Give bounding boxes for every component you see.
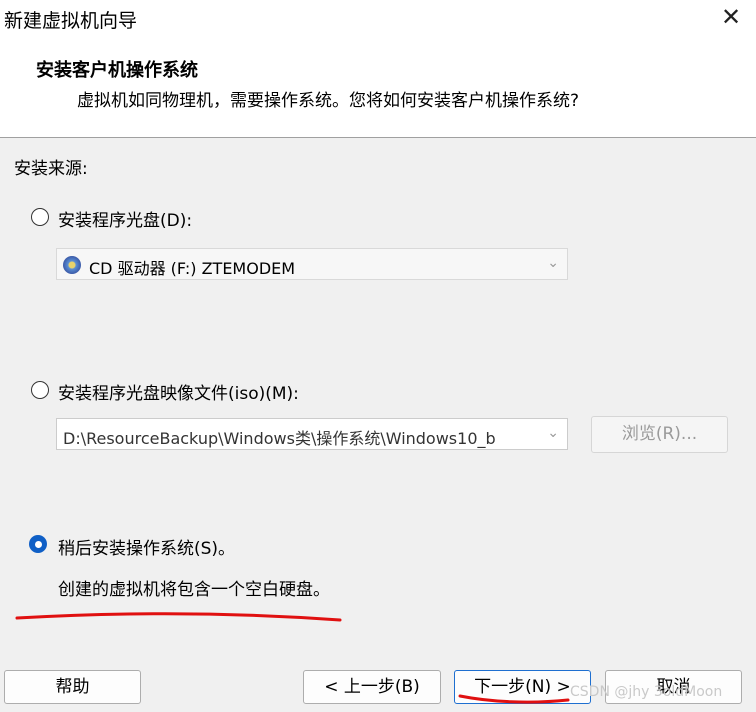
radio-installer-disc[interactable] xyxy=(31,208,49,226)
install-later-note: 创建的虚拟机将包含一个空白硬盘。 xyxy=(58,580,330,600)
chevron-down-icon: ⌄ xyxy=(547,255,559,271)
option-iso-image-label[interactable]: 安装程序光盘映像文件(iso)(M): xyxy=(58,379,299,404)
chevron-down-icon: ⌄ xyxy=(547,425,559,441)
option-install-later-label[interactable]: 稍后安装操作系统(S)。 xyxy=(58,534,235,559)
back-button[interactable]: < 上一步(B) xyxy=(303,670,441,704)
radio-install-later[interactable] xyxy=(29,535,47,553)
install-source-label: 安装来源: xyxy=(14,159,88,179)
help-button[interactable]: 帮助 xyxy=(4,670,141,704)
annotation-underline-next xyxy=(458,694,570,704)
page-subtitle: 虚拟机如同物理机，需要操作系统。您将如何安装客户机操作系统? xyxy=(77,91,580,111)
cd-drive-value: CD 驱动器 (F:) ZTEMODEM xyxy=(89,259,296,278)
browse-button[interactable]: 浏览(R)... xyxy=(591,416,728,453)
cd-drive-icon xyxy=(63,256,81,274)
annotation-underline xyxy=(15,612,342,622)
watermark: CSDN @jhy 3oldMoon xyxy=(570,684,723,700)
iso-path-value: D:\ResourceBackup\Windows类\操作系统\Windows1… xyxy=(63,429,496,448)
cd-drive-select[interactable]: CD 驱动器 (F:) ZTEMODEM ⌄ xyxy=(56,248,568,280)
radio-iso-image[interactable] xyxy=(31,381,49,399)
iso-path-select[interactable]: D:\ResourceBackup\Windows类\操作系统\Windows1… xyxy=(56,418,568,450)
window-title: 新建虚拟机向导 xyxy=(4,10,138,32)
option-installer-disc-label[interactable]: 安装程序光盘(D): xyxy=(58,206,192,231)
page-title: 安装客户机操作系统 xyxy=(36,60,198,81)
close-icon[interactable]: ✕ xyxy=(716,2,746,32)
